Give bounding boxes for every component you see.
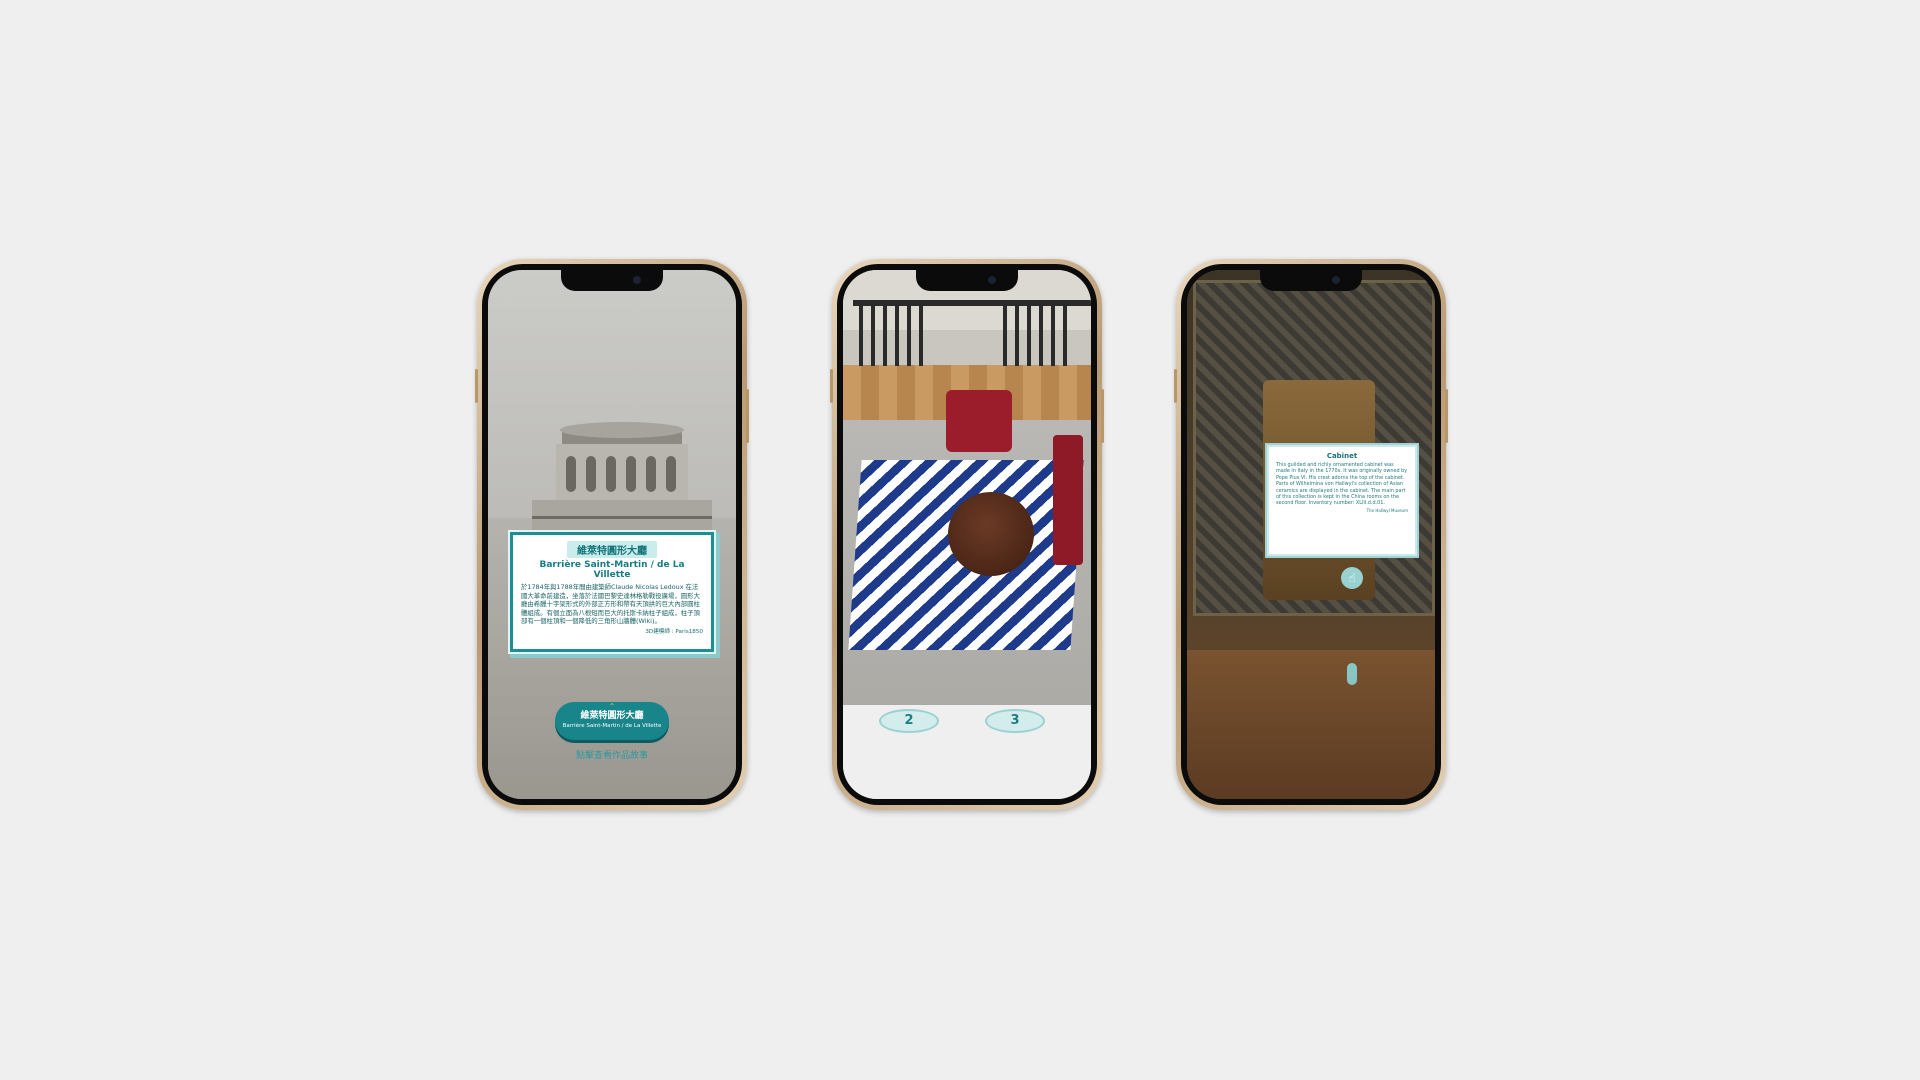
tap-hint[interactable]: 點擊查看作品故事 [488,748,736,761]
phone-mockup-3: Cabinet This guilded and richly ornament… [1174,259,1448,810]
card-title-cn: 維萊特圓形大廳 [567,541,657,558]
ar-screen-rotunda: 維萊特圓形大廳 Barrière Saint-Martin / de La Vi… [488,270,736,799]
rotunda-model [532,422,712,530]
story-button-title-cn: 維萊特圓形大廳 [580,711,644,721]
room-button-2[interactable]: 2 [879,709,939,733]
ar-screen-cabinet: Cabinet This guilded and richly ornament… [1187,270,1435,799]
balcony-railing [853,300,1091,366]
info-card: 維萊特圓形大廳 Barrière Saint-Martin / de La Vi… [510,532,714,652]
card-body: 於1784年與1788年間由建築師Claude Nicolas Ledoux 在… [521,583,700,626]
phone-mockup-2: 2 3 [830,259,1104,810]
ar-marker[interactable] [1347,663,1357,685]
card-credit: 3D建模師 : Paris1850 [645,628,703,635]
hand-pointer-icon[interactable]: ☝ [1341,567,1363,589]
room-button-3[interactable]: 3 [985,709,1045,733]
round-table [948,492,1034,576]
chevron-up-icon: ⌃ [608,702,616,711]
phone-mockup-1: 維萊特圓形大廳 Barrière Saint-Martin / de La Vi… [475,259,749,810]
card-body: This guilded and richly ornamented cabin… [1276,462,1408,507]
story-button[interactable]: ⌃ 維萊特圓形大廳 Barrière Saint-Martin / de La … [555,702,669,740]
ar-screen-room: 2 3 [843,270,1091,799]
card-title-fr: Barrière Saint-Martin / de La Villette [539,560,685,580]
story-button-title-fr: Barrière Saint-Martin / de La Villette [562,723,662,729]
card-title: Cabinet [1326,452,1358,460]
card-credit: The Hallwyl Museum [1366,507,1408,513]
red-sofa [1053,435,1083,565]
red-armchair [946,390,1012,452]
info-card: Cabinet This guilded and richly ornament… [1267,445,1417,556]
